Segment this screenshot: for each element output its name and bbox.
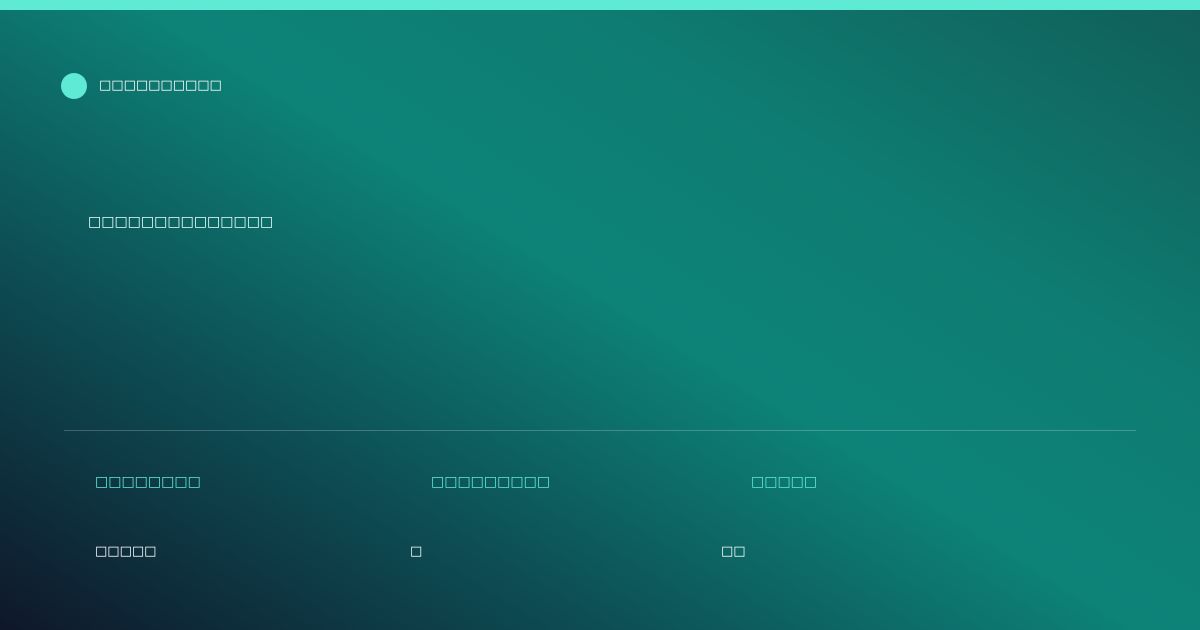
headline-text: □□□□□□□□□□□□□□ xyxy=(88,214,274,230)
stat-label-1: □□□□□□□□ xyxy=(95,474,201,490)
stat-label-3: □□□□□ xyxy=(751,474,818,490)
stat-value-1: □□□□□ xyxy=(95,544,157,559)
brand-logo-dot xyxy=(61,73,87,99)
stat-label-2: □□□□□□□□□ xyxy=(431,474,551,490)
stat-value-2: □ xyxy=(410,544,423,559)
stats-divider xyxy=(64,430,1136,431)
brand-name: □□□□□□□□□□ xyxy=(99,78,222,93)
stat-value-3: □□ xyxy=(721,544,746,559)
top-accent-bar xyxy=(0,0,1200,10)
brand-header: □□□□□□□□□□ xyxy=(61,73,222,99)
